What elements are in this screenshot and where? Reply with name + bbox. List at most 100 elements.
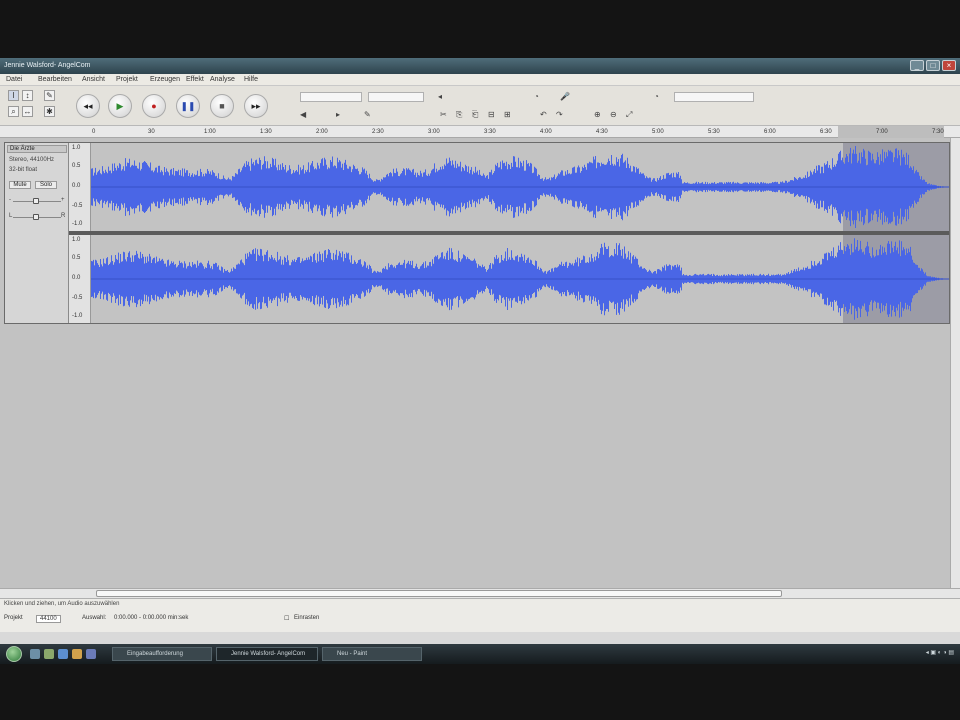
play-button[interactable]: ▶ [108,94,132,118]
vertical-scrollbar[interactable] [950,138,960,588]
ruler-tick-label: 3:30 [484,129,496,135]
envelope-tool-icon[interactable]: ↕ [22,90,33,101]
scale-label: -1.0 [72,221,83,227]
gain-minus-label: - [9,197,11,203]
ruler-tick-label: 4:30 [596,129,608,135]
undo-icon[interactable]: ↶ [540,110,547,119]
task-button-audacity[interactable]: Jennie Walsford- AngelCom [216,647,318,661]
timeline-ruler[interactable]: 0 30 1:00 1:30 2:00 2:30 3:00 3:30 4:00 4:30 5:00 5… [0,126,960,138]
menu-project[interactable]: Projekt [116,76,138,83]
selection-row: Projekt 44100 Auswahl: 0:00.000 - 0:00.0… [4,615,954,625]
waveform-right-channel[interactable] [91,235,949,323]
ruler-tick-label: 3:00 [428,129,440,135]
timeshift-tool-icon[interactable]: ↔ [22,106,33,117]
skip-to-end-button[interactable]: ▸▸ [244,94,268,118]
pause-button[interactable]: ❚❚ [176,94,200,118]
stop-button[interactable]: ■ [210,94,234,118]
zoom-out-icon[interactable]: ⊖ [610,110,617,119]
project-rate-select[interactable]: 44100 [36,615,61,623]
silence-icon[interactable]: ⊞ [504,110,511,119]
playback-volume-icon[interactable]: ▸ [336,110,340,119]
record-meter[interactable] [368,92,424,102]
menu-generate[interactable]: Erzeugen [150,76,180,83]
quicklaunch-switch-icon[interactable] [44,649,54,659]
menu-view[interactable]: Ansicht [82,76,105,83]
menu-effect[interactable]: Effekt [186,76,204,83]
video-letterbox-top [0,0,960,58]
horizontal-scroll-thumb[interactable] [96,590,782,597]
system-tray[interactable]: ◂ ▣ ◐ ◑ ▤ [926,649,954,656]
zoom-tool-icon[interactable]: ⌕ [8,106,19,117]
trim-icon[interactable]: ⊟ [488,110,495,119]
ruler-tick-label: 30 [148,129,155,135]
window-controls: _ □ × [910,60,956,71]
quicklaunch-folder-icon[interactable] [72,649,82,659]
ruler-tick-label: 1:30 [260,129,272,135]
start-button[interactable] [6,646,22,662]
ruler-tick-label: 2:30 [372,129,384,135]
input-device-select[interactable] [674,92,754,102]
selection-tool-icon[interactable]: I [8,90,19,101]
minimize-button[interactable]: _ [910,60,924,71]
window-title: Jennie Walsford- AngelCom [4,62,91,69]
selection-label: Auswahl: [82,615,107,621]
fit-selection-icon[interactable]: ⤢ [626,110,632,120]
track-name-menu[interactable]: Die Ärzte [7,145,67,153]
quicklaunch-media-icon[interactable] [86,649,96,659]
snap-checkbox[interactable]: ☐ [284,615,289,622]
quicklaunch-browser-icon[interactable] [58,649,68,659]
ruler-tick-label: 5:30 [708,129,720,135]
zoom-in-icon[interactable]: ⊕ [594,110,601,119]
pan-slider-knob[interactable] [33,214,39,220]
waveform-left-channel[interactable] [91,143,949,231]
playback-meter[interactable] [300,92,362,102]
ruler-tick-label: 7:30 [932,129,944,135]
status-message: Klicken und ziehen, um Audio auszuwählen [4,601,120,607]
menu-help[interactable]: Hilfe [244,76,258,83]
maximize-button[interactable]: □ [926,60,940,71]
track-format: Stereo, 44100Hz [9,157,55,163]
scale-label: 0.5 [72,255,81,261]
redo-icon[interactable]: ↷ [556,110,563,119]
pan-right-label: R [61,213,66,219]
quicklaunch-desktop-icon[interactable] [30,649,40,659]
selection-bar: Klicken und ziehen, um Audio auszuwählen… [0,598,960,632]
task-button-console[interactable]: Eingabeaufforderung [112,647,212,661]
menu-analyze[interactable]: Analyse [210,76,235,83]
ruler-tick-label: 1:00 [204,129,216,135]
volume-slider-icon[interactable]: ◔ [534,92,539,101]
gain-plus-label: + [61,197,65,203]
scale-label: -1.0 [72,313,83,319]
track-panel[interactable]: Die Ärzte Stereo, 44100Hz 32-bit float M… [0,138,960,588]
input-slider-icon[interactable]: ◔ [654,92,659,101]
skip-to-start-button[interactable]: ◂◂ [76,94,100,118]
menu-file[interactable]: Datei [6,76,22,83]
task-button-paint[interactable]: Neu - Paint [322,647,422,661]
multi-tool-icon[interactable]: ✱ [44,106,55,117]
gain-slider-knob[interactable] [33,198,39,204]
selection-value[interactable]: 0:00.000 - 0:00.000 min:sek [114,615,188,621]
track-control-panel: Die Ärzte Stereo, 44100Hz 32-bit float M… [5,143,69,323]
project-rate-label: Projekt [4,615,23,621]
copy-icon[interactable]: ⎘ [456,110,462,120]
cut-icon[interactable]: ✂ [440,110,447,119]
meter-arrow-icon: ◂ [438,92,443,101]
mic-volume-icon[interactable]: ✎ [364,110,371,119]
scale-label: 0.5 [72,163,81,169]
horizontal-scrollbar[interactable] [0,588,960,598]
title-bar: Jennie Walsford- AngelCom _ □ × [0,58,960,74]
paste-icon[interactable]: ⎗ [472,110,478,120]
audio-track[interactable]: Die Ärzte Stereo, 44100Hz 32-bit float M… [4,142,950,324]
amplitude-scale-right: 1.0 0.5 0.0 -0.5 -1.0 [69,235,91,323]
mute-button[interactable]: Mute [9,181,31,189]
ruler-tick-label: 2:00 [316,129,328,135]
ruler-tick-label: 7:00 [876,129,888,135]
record-button[interactable]: ● [142,94,166,118]
solo-button[interactable]: Solo [35,181,57,189]
speaker-icon: ◀ [300,110,307,119]
close-button[interactable]: × [942,60,956,71]
menu-edit[interactable]: Bearbeiten [38,76,72,83]
windows-taskbar: Eingabeaufforderung Jennie Walsford- Ang… [0,644,960,664]
draw-tool-icon[interactable]: ✎ [44,90,55,101]
scale-label: 0.0 [72,183,81,189]
